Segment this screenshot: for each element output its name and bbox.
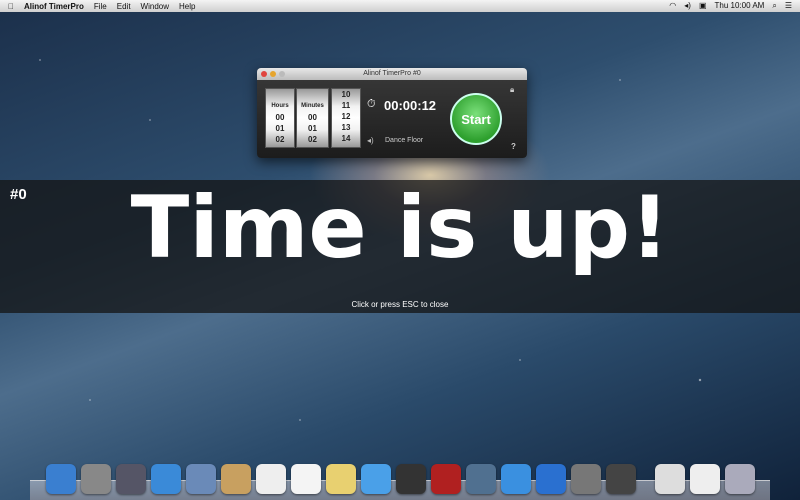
- minute-option[interactable]: 01: [297, 123, 328, 134]
- wifi-icon[interactable]: ◠: [669, 1, 676, 11]
- minimize-button[interactable]: [270, 71, 276, 77]
- spotlight-icon[interactable]: ⌕: [772, 1, 776, 11]
- dock-icons: [46, 464, 755, 494]
- zoom-button[interactable]: [279, 71, 285, 77]
- mission-control-icon[interactable]: [116, 464, 146, 494]
- start-button[interactable]: Start: [450, 93, 502, 145]
- safari-icon[interactable]: [151, 464, 181, 494]
- hours-label: Hours: [271, 103, 289, 109]
- itunes-icon[interactable]: [501, 464, 531, 494]
- timerpro-icon[interactable]: [606, 464, 636, 494]
- menu-app[interactable]: Alinof TimerPro: [24, 2, 84, 11]
- notification-icon[interactable]: ☰: [785, 1, 792, 11]
- alert-message: Time is up!: [130, 178, 670, 278]
- mail-icon[interactable]: [186, 464, 216, 494]
- close-hint: Click or press ESC to close: [351, 300, 449, 309]
- second-option[interactable]: 11: [332, 100, 360, 111]
- hour-option[interactable]: 01: [266, 123, 294, 134]
- second-option[interactable]: 13: [332, 122, 360, 133]
- photo-booth-icon[interactable]: [431, 464, 461, 494]
- window-title: Alinof TimerPro #0: [363, 70, 421, 77]
- iphoto-icon[interactable]: [466, 464, 496, 494]
- app-store-icon[interactable]: [536, 464, 566, 494]
- clock[interactable]: Thu 10:00 AM: [715, 1, 765, 11]
- battery-icon[interactable]: ▣: [699, 1, 707, 11]
- facetime-icon[interactable]: [396, 464, 426, 494]
- volume-icon[interactable]: ◂): [684, 1, 691, 11]
- minutes-label: Minutes: [301, 103, 324, 109]
- trash-icon[interactable]: [725, 464, 755, 494]
- stopwatch-icon: ⏱: [367, 98, 376, 110]
- system-preferences-icon[interactable]: [571, 464, 601, 494]
- menu-help[interactable]: Help: [179, 2, 195, 11]
- calendar-icon[interactable]: [256, 464, 286, 494]
- countdown-display: 00:00:12: [384, 98, 437, 113]
- menu-window[interactable]: Window: [141, 2, 169, 11]
- contacts-icon[interactable]: [221, 464, 251, 494]
- close-button[interactable]: [261, 71, 267, 77]
- hour-option[interactable]: 02: [266, 134, 294, 145]
- menu-file[interactable]: File: [94, 2, 107, 11]
- seconds-picker[interactable]: 10 11 12 13 14: [331, 88, 361, 148]
- preview-icon[interactable]: [655, 464, 685, 494]
- speaker-icon[interactable]: ◂): [367, 136, 374, 145]
- second-option[interactable]: 10: [332, 89, 360, 100]
- hours-picker[interactable]: Hours 00 01 02: [265, 88, 295, 148]
- sound-name[interactable]: Dance Floor: [385, 137, 423, 144]
- lock-icon[interactable]: 🔒︎: [510, 85, 514, 95]
- minute-option[interactable]: 02: [297, 134, 328, 145]
- second-option[interactable]: 12: [332, 111, 360, 122]
- reminders-icon[interactable]: [291, 464, 321, 494]
- second-option[interactable]: 14: [332, 133, 360, 144]
- launchpad-icon[interactable]: [81, 464, 111, 494]
- downloads-icon[interactable]: [690, 464, 720, 494]
- apple-icon[interactable]: : [8, 2, 14, 11]
- help-button[interactable]: ?: [511, 142, 516, 151]
- hour-option[interactable]: 00: [266, 112, 294, 123]
- menu-edit[interactable]: Edit: [117, 2, 131, 11]
- minutes-picker[interactable]: Minutes 00 01 02: [296, 88, 329, 148]
- finder-icon[interactable]: [46, 464, 76, 494]
- messages-icon[interactable]: [361, 464, 391, 494]
- minute-option[interactable]: 00: [297, 112, 328, 123]
- menu-bar:  Alinof TimerPro File Edit Window Help …: [0, 0, 800, 12]
- notes-icon[interactable]: [326, 464, 356, 494]
